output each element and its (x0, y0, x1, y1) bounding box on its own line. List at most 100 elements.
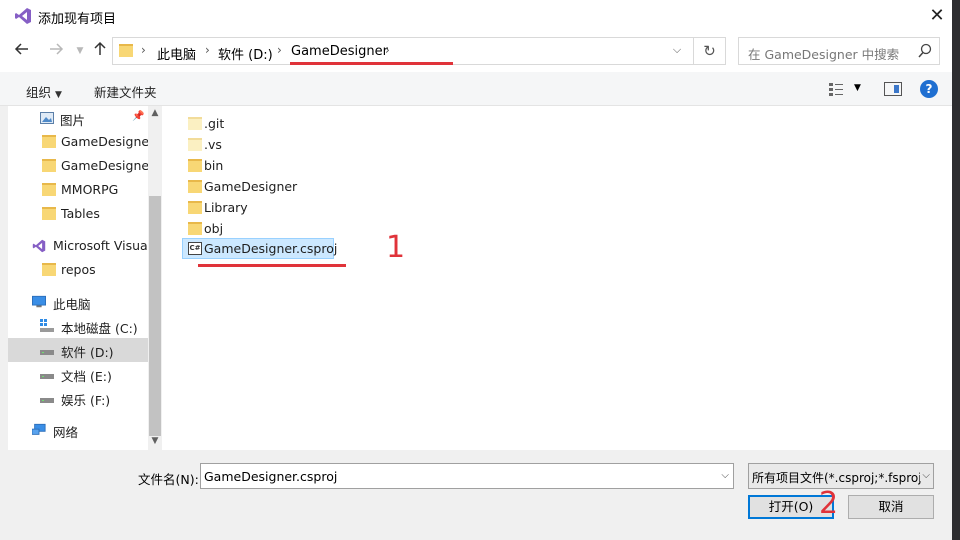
nav-item-label: repos (61, 262, 96, 277)
annotation-marker-1: 1 (386, 230, 406, 265)
breadcrumb-this-pc[interactable]: 此电脑 (157, 44, 196, 63)
filename-label: 文件名(N): (138, 472, 199, 487)
chevron-down-icon: ▼ (76, 46, 84, 56)
nav-item-pictures[interactable]: 图片 📌 (8, 106, 148, 130)
nav-item-drive-d[interactable]: 软件 (D:) (8, 338, 148, 362)
address-row: ▼ › 此电脑 › 软件 (D:) › GameDesigner › ⌵ ↻ 在… (0, 32, 952, 72)
nav-item-tables[interactable]: Tables (8, 202, 148, 226)
help-icon[interactable]: ? (920, 80, 938, 98)
nav-item-label: GameDesigner (61, 158, 148, 173)
folder-icon (188, 201, 202, 214)
nav-item-microsoft-visual[interactable]: Microsoft Visual (8, 234, 148, 258)
breadcrumb-gamedesigner[interactable]: GameDesigner (291, 44, 388, 59)
nav-item-network[interactable]: 网络 (8, 418, 148, 442)
folder-icon (42, 135, 56, 149)
recent-locations-button[interactable]: ▼ (70, 41, 90, 61)
breadcrumb-separator-icon: › (277, 43, 282, 57)
arrow-up-icon (94, 41, 106, 55)
navigation-scrollbar[interactable]: ▲ ▼ (148, 106, 162, 450)
filename-value: GameDesigner.csproj (204, 469, 338, 484)
file-type-filter[interactable]: 所有项目文件(*.csproj;*.fsproj ⌵ (748, 463, 934, 489)
nav-item-gamedesigner[interactable]: GameDesigner (8, 130, 148, 154)
annotation-underline-path (290, 62, 453, 65)
arrow-left-icon (14, 43, 28, 55)
nav-item-drive-e[interactable]: 文档 (E:) (8, 362, 148, 386)
address-dropdown-icon[interactable]: ⌵ (667, 43, 687, 57)
nav-item-mmorpg[interactable]: MMORPG (8, 178, 148, 202)
refresh-icon: ↻ (703, 42, 716, 60)
dialog-footer: 文件名(N): GameDesigner.csproj ⌵ 所有项目文件(*.c… (8, 450, 952, 540)
visual-studio-icon (15, 8, 31, 24)
close-button[interactable]: ✕ (922, 4, 952, 28)
computer-icon (32, 295, 46, 308)
nav-item-label: GameDesigner (61, 134, 148, 149)
file-name: bin (204, 158, 224, 173)
cancel-button[interactable]: 取消 (848, 495, 934, 519)
organize-menu[interactable]: 组织 ▼ (26, 82, 62, 101)
filename-combobox[interactable]: GameDesigner.csproj ⌵ (200, 463, 734, 489)
add-existing-item-dialog: 添加现有项目 ✕ ▼ › 此电脑 › 软件 (D:) › GameDesigne… (0, 0, 960, 540)
csproj-icon: C# (188, 242, 202, 255)
file-item-library[interactable]: Library (182, 197, 582, 218)
folder-icon (188, 117, 202, 130)
address-bar[interactable]: › 此电脑 › 软件 (D:) › GameDesigner › ⌵ (112, 37, 694, 65)
file-item-git[interactable]: .git (182, 113, 582, 134)
annotation-marker-2: 2 (819, 486, 839, 521)
drive-icon (40, 398, 54, 403)
drive-icon (40, 350, 54, 355)
nav-item-label: 网络 (53, 425, 79, 440)
system-drive-icon (40, 319, 54, 332)
nav-item-repos[interactable]: repos (8, 258, 148, 282)
nav-item-drive-f[interactable]: 娱乐 (F:) (8, 386, 148, 410)
back-button[interactable] (12, 41, 32, 61)
nav-item-label: 文档 (E:) (61, 369, 112, 384)
breadcrumb-separator-icon: › (141, 43, 146, 57)
file-item-csproj[interactable]: C# GameDesigner.csproj (182, 238, 338, 259)
forward-button[interactable] (46, 41, 66, 61)
view-options-icon[interactable] (828, 81, 846, 97)
scroll-up-icon[interactable]: ▲ (148, 108, 162, 118)
search-input[interactable]: 在 GameDesigner 中搜索 (738, 37, 940, 65)
file-item-gamedesigner[interactable]: GameDesigner (182, 176, 582, 197)
preview-pane-icon[interactable] (884, 82, 902, 96)
folder-icon (42, 263, 56, 277)
nav-item-this-pc[interactable]: 此电脑 (8, 290, 148, 314)
view-caret-down-icon[interactable]: ▼ (854, 83, 861, 93)
scrollbar-thumb[interactable] (149, 196, 161, 436)
arrow-right-icon (50, 43, 64, 55)
file-item-bin[interactable]: bin (182, 155, 582, 176)
folder-icon (42, 159, 56, 173)
chevron-down-icon[interactable]: ⌵ (721, 470, 729, 481)
folder-icon (188, 138, 202, 151)
background-strip (952, 0, 960, 540)
file-name: Library (204, 200, 248, 215)
chevron-down-icon[interactable]: ⌵ (920, 470, 930, 481)
scroll-down-icon[interactable]: ▼ (148, 436, 162, 446)
up-button[interactable] (90, 41, 110, 61)
folder-icon (188, 159, 202, 172)
nav-item-label: Microsoft Visual (53, 238, 148, 253)
breadcrumb-separator-icon: › (385, 43, 390, 57)
pictures-icon (40, 112, 54, 124)
nav-item-label: 本地磁盘 (C:) (61, 321, 138, 336)
network-icon (32, 423, 46, 435)
command-bar: 组织 ▼ 新建文件夹 ▼ ? (0, 72, 952, 106)
breadcrumb-separator-icon: › (205, 43, 210, 57)
visual-studio-icon (32, 239, 46, 253)
file-list: .git .vs bin GameDesigner Library obj C#… (162, 106, 952, 450)
file-item-vs[interactable]: .vs (182, 134, 582, 155)
pin-icon[interactable]: 📌 (132, 111, 144, 122)
file-name: GameDesigner (204, 179, 298, 194)
nav-item-drive-c[interactable]: 本地磁盘 (C:) (8, 314, 148, 338)
breadcrumb-drive-d[interactable]: 软件 (D:) (218, 44, 273, 63)
nav-item-label: 软件 (D:) (61, 345, 114, 360)
file-item-obj[interactable]: obj (182, 218, 582, 239)
file-name: GameDesigner.csproj (204, 241, 338, 256)
caret-down-icon: ▼ (55, 90, 62, 100)
search-placeholder: 在 GameDesigner 中搜索 (748, 47, 900, 62)
refresh-button[interactable]: ↻ (694, 37, 726, 65)
title-bar: 添加现有项目 ✕ (0, 0, 952, 32)
nav-item-gamedesigner-2[interactable]: GameDesigner (8, 154, 148, 178)
new-folder-button[interactable]: 新建文件夹 (94, 82, 157, 101)
nav-item-label: MMORPG (61, 182, 119, 197)
